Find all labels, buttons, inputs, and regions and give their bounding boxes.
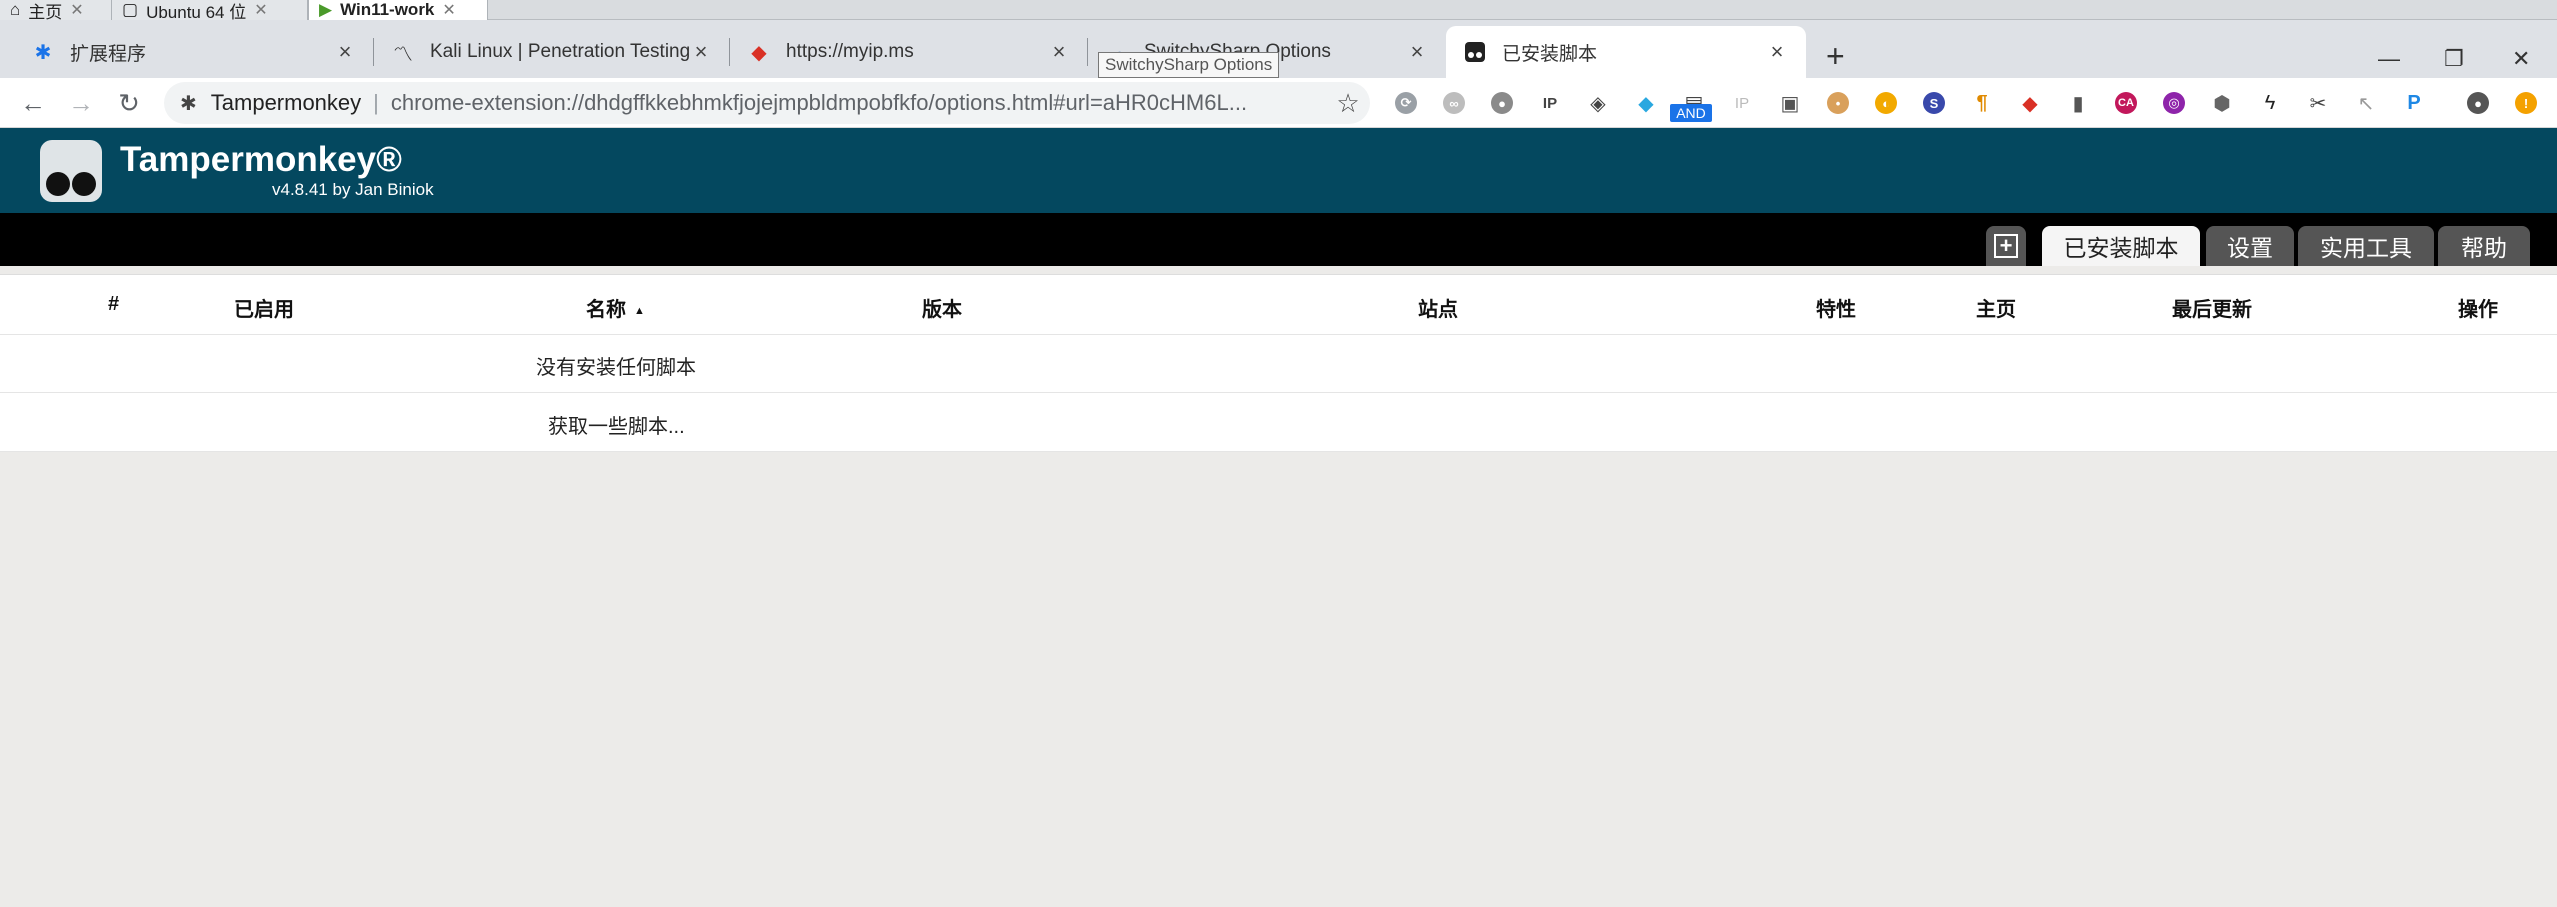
column-header-actions[interactable]: 操作: [2458, 293, 2498, 322]
puzzle-icon: ✱: [180, 92, 197, 115]
tab-title: https://myip.ms: [786, 41, 914, 62]
cursor-icon[interactable]: ↖: [2342, 78, 2390, 128]
row-divider: [0, 334, 2557, 335]
browser-tab-kali[interactable]: 〽 Kali Linux | Penetration Testing ×: [374, 26, 730, 78]
pilcrow-icon[interactable]: ¶: [1958, 78, 2006, 128]
get-scripts-link[interactable]: 获取一些脚本...: [548, 410, 685, 439]
vm-icon: ▢: [122, 0, 139, 19]
tab-settings[interactable]: 设置: [2206, 226, 2294, 266]
add-icon: +: [1994, 234, 2018, 258]
app-version: v4.8.41 by Jan Biniok: [272, 180, 434, 199]
hackbar-icon[interactable]: ◎: [2150, 78, 2198, 128]
kali-dragon-icon: 〽: [393, 43, 413, 66]
tampermonkey-tab-bar: + 已安装脚本 设置 实用工具 帮助: [0, 213, 2557, 266]
tampermonkey-ext-icon[interactable]: ▣: [1766, 78, 1814, 128]
scissors-icon[interactable]: ✂: [2294, 78, 2342, 128]
vm-tab-label: Ubuntu 64 位: [146, 2, 247, 21]
s-icon[interactable]: S: [1910, 78, 1958, 128]
new-tab-button[interactable]: +: [1826, 40, 1845, 72]
tab-installed-scripts[interactable]: 已安装脚本: [2042, 226, 2200, 266]
address-divider: |: [373, 90, 379, 115]
reload-button[interactable]: ↻: [112, 86, 146, 120]
minimize-button[interactable]: —: [2378, 46, 2400, 72]
row-divider: [0, 451, 2557, 452]
bolt-icon[interactable]: ϟ: [2246, 78, 2294, 128]
diamond-icon[interactable]: ◆: [1622, 78, 1670, 128]
cube-icon[interactable]: ⬢: [2198, 78, 2246, 128]
scripts-table: # 已启用 名称 ▲ 版本 站点 特性 主页 最后更新 操作 没有安装任何脚本 获…: [0, 274, 2557, 452]
vm-tab-strip: ⌂ 主页 ✕ ▢ Ubuntu 64 位 ✕ ▶ Win11-work ✕: [0, 0, 2557, 20]
column-header-number[interactable]: #: [108, 293, 119, 316]
column-header-last-updated[interactable]: 最后更新: [2172, 293, 2252, 322]
tab-title: 扩展程序: [70, 43, 147, 65]
globe-icon[interactable]: ●: [1478, 78, 1526, 128]
tab-title: 已安装脚本: [1502, 43, 1598, 65]
vm-tab-home[interactable]: ⌂ 主页 ✕: [0, 0, 112, 20]
vm-running-icon: ▶: [319, 0, 333, 19]
close-window-button[interactable]: ✕: [2512, 46, 2530, 72]
tampermonkey-header: Tampermonkey® v4.8.41 by Jan Biniok: [0, 128, 2557, 213]
column-header-version[interactable]: 版本: [922, 293, 962, 322]
vm-tab-label: 主页: [28, 2, 63, 21]
extension-badge: AND: [1670, 104, 1712, 122]
browser-tab-installed-scripts[interactable]: 已安装脚本 ×: [1446, 26, 1806, 78]
ca-icon[interactable]: CA: [2102, 78, 2150, 128]
app-title: Tampermonkey®: [120, 140, 402, 179]
close-icon[interactable]: ×: [334, 39, 356, 65]
tampermonkey-icon: [1464, 41, 1486, 63]
column-header-sites[interactable]: 站点: [1418, 293, 1458, 322]
cookie-icon[interactable]: •: [1814, 78, 1862, 128]
browser-tab-myip[interactable]: ◆ https://myip.ms ×: [730, 26, 1088, 78]
forward-button[interactable]: →: [64, 86, 98, 120]
notebook-icon[interactable]: ▮: [2054, 78, 2102, 128]
proxy-icon[interactable]: ⟳: [1382, 78, 1430, 128]
ip-grey-icon[interactable]: IP: [1718, 78, 1766, 128]
browser-tab-extensions[interactable]: ✱ 扩展程序 ×: [14, 26, 374, 78]
flame-icon[interactable]: ◐: [1862, 78, 1910, 128]
ghost-icon[interactable]: ∞: [1430, 78, 1478, 128]
tab-help[interactable]: 帮助: [2438, 226, 2530, 266]
close-icon[interactable]: ✕: [70, 0, 83, 20]
browser-toolbar: ← → ↻ ✱ Tampermonkey | chrome-extension:…: [0, 78, 2557, 128]
tab-title: Kali Linux | Penetration Testing: [430, 41, 690, 62]
empty-message: 没有安装任何脚本: [536, 357, 696, 379]
vm-tab-ubuntu[interactable]: ▢ Ubuntu 64 位 ✕: [112, 0, 308, 20]
myip-ext-icon[interactable]: ◆: [2006, 78, 2054, 128]
close-icon[interactable]: ✕: [442, 0, 455, 20]
address-url[interactable]: chrome-extension://dhdgffkkebhmkfjojejmp…: [391, 90, 1326, 116]
p-icon[interactable]: P: [2390, 78, 2438, 128]
home-icon: ⌂: [10, 0, 21, 19]
profile-avatar-icon[interactable]: ●: [2454, 78, 2502, 128]
update-alert-icon[interactable]: !: [2502, 78, 2550, 128]
puzzle-icon: ✱: [34, 41, 52, 64]
address-origin: Tampermonkey: [210, 90, 362, 115]
close-icon[interactable]: ×: [690, 39, 712, 65]
row-divider: [0, 392, 2557, 393]
close-icon[interactable]: ×: [1048, 39, 1070, 65]
ip-icon[interactable]: IP: [1526, 78, 1574, 128]
extension-icons: ⟳ ∞ ● IP ◈ ◆ ▤ IP ▣ • ◐ S ¶ ◆ ▮ CA ◎ ⬢ ϟ…: [1382, 78, 2550, 128]
column-header-name[interactable]: 名称 ▲: [586, 293, 645, 322]
tampermonkey-logo: [40, 140, 102, 202]
column-header-features[interactable]: 特性: [1816, 293, 1856, 322]
bookmark-star-icon[interactable]: ☆: [1326, 88, 1370, 119]
tab-utilities[interactable]: 实用工具: [2298, 226, 2434, 266]
column-header-name-label: 名称: [586, 299, 626, 321]
close-icon[interactable]: ×: [1766, 39, 1788, 65]
sort-ascending-icon: ▲: [634, 304, 645, 317]
add-script-button[interactable]: +: [1986, 226, 2026, 266]
restore-button[interactable]: ❐: [2444, 46, 2464, 72]
close-icon[interactable]: ×: [1406, 39, 1428, 65]
close-icon[interactable]: ✕: [254, 0, 267, 20]
column-header-enabled[interactable]: 已启用: [234, 293, 294, 322]
address-bar[interactable]: ✱ Tampermonkey | chrome-extension://dhdg…: [164, 82, 1370, 124]
myip-icon: ◆: [751, 41, 767, 64]
tab-tooltip: SwitchySharp Options: [1098, 52, 1280, 78]
back-button[interactable]: ←: [16, 86, 50, 120]
layers-icon[interactable]: ◈: [1574, 78, 1622, 128]
vm-tab-label: Win11-work: [340, 0, 435, 19]
vm-tab-win11[interactable]: ▶ Win11-work ✕: [308, 0, 488, 20]
column-header-homepage[interactable]: 主页: [1976, 293, 2016, 322]
